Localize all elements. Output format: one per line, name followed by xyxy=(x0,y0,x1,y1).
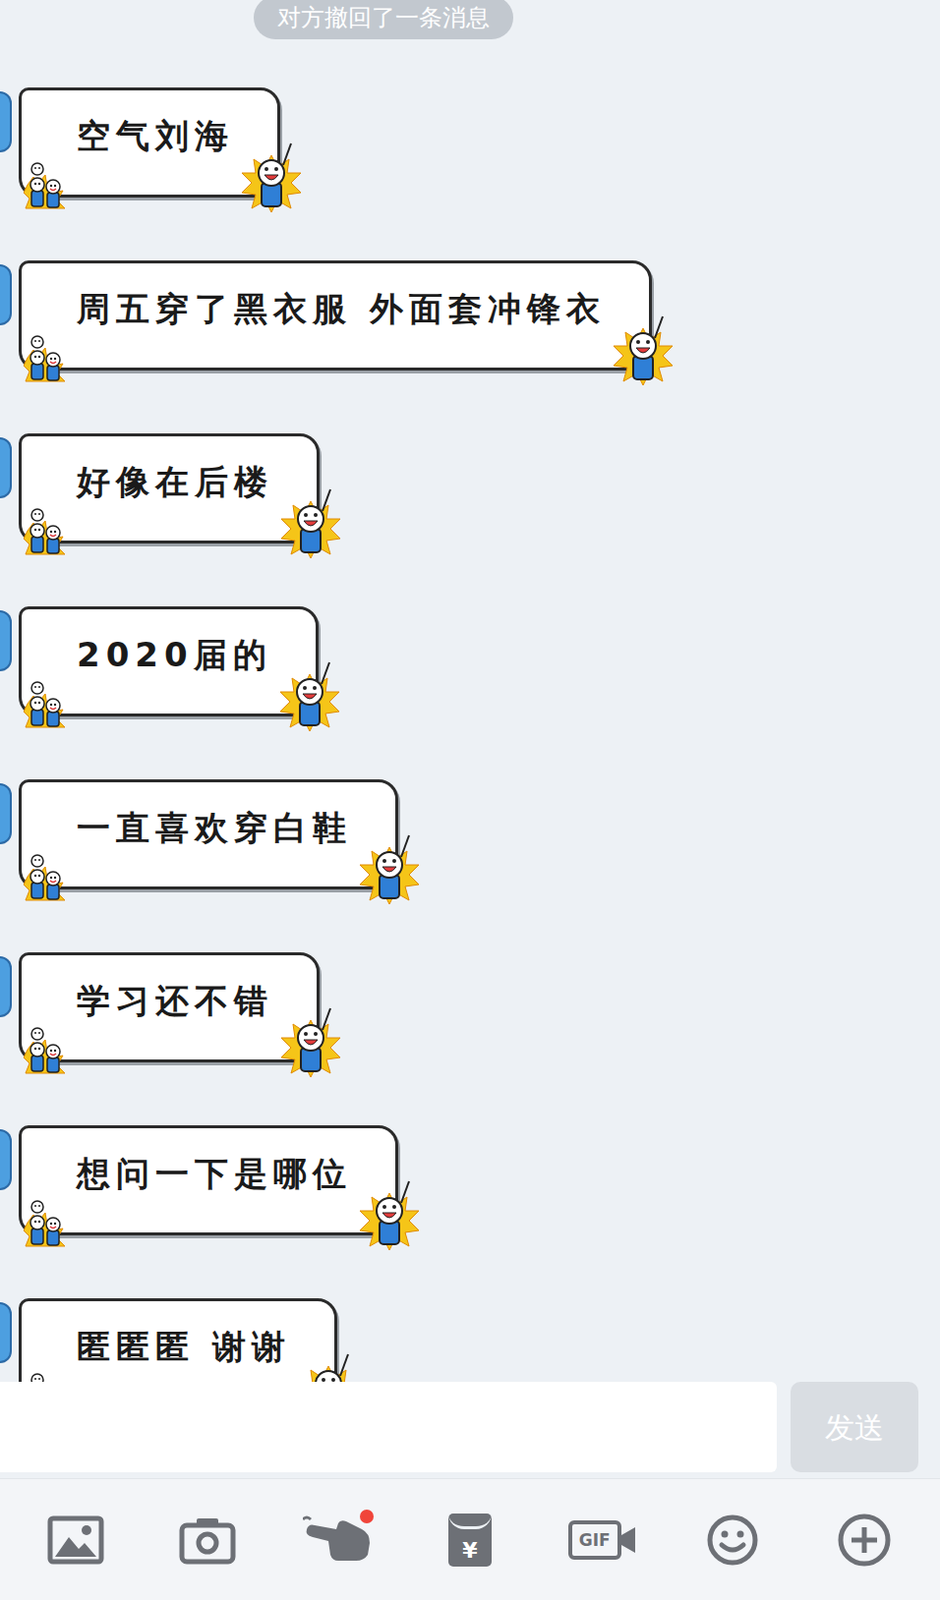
message-bubble[interactable]: 一直喜欢穿白鞋 xyxy=(18,779,399,890)
smiley-icon xyxy=(705,1514,760,1568)
message-row: 2020届的 xyxy=(0,606,940,717)
red-envelope-icon: ¥ xyxy=(448,1514,492,1568)
toolbar: ¥ GIF xyxy=(0,1478,940,1600)
avatar[interactable] xyxy=(0,264,12,326)
message-row: 空气刘海 xyxy=(0,87,940,198)
cartoon-figure-icon xyxy=(357,833,421,905)
toolbar-button[interactable]: GIF xyxy=(535,1521,668,1561)
toolbar-button[interactable] xyxy=(667,1514,800,1568)
message-row: 一直喜欢穿白鞋 xyxy=(0,779,940,890)
chat-area: 对方撤回了一条消息空气刘海周五穿了黑衣服 外面套冲锋衣好像在后楼 2020届的一直… xyxy=(0,0,940,1383)
toolbar-button[interactable] xyxy=(9,1516,142,1566)
gif-video-icon: GIF xyxy=(568,1521,636,1561)
message-input[interactable] xyxy=(0,1382,777,1473)
message-row: 学习还不错 xyxy=(0,952,940,1063)
message-row: 想问一下是哪位 xyxy=(0,1125,940,1236)
cartoon-figures-icon xyxy=(23,155,77,211)
message-row: 周五穿了黑衣服 外面套冲锋衣 xyxy=(0,260,940,371)
message-bubble[interactable]: 好像在后楼 xyxy=(18,433,320,544)
avatar[interactable] xyxy=(0,610,12,672)
cartoon-figures-icon xyxy=(23,674,77,730)
cartoon-figures-icon xyxy=(23,1193,77,1249)
avatar[interactable] xyxy=(0,1302,12,1364)
avatar[interactable] xyxy=(0,783,12,845)
avatar[interactable] xyxy=(0,91,12,153)
camera-icon xyxy=(178,1516,236,1566)
message-bubble[interactable]: 周五穿了黑衣服 外面套冲锋衣 xyxy=(18,260,652,371)
cartoon-figure-icon xyxy=(278,660,342,732)
cartoon-figure-icon xyxy=(279,487,343,559)
avatar[interactable] xyxy=(0,1129,12,1191)
message-row: 匿匿匿 谢谢 xyxy=(0,1298,940,1383)
message-bubble[interactable]: 匿匿匿 谢谢 xyxy=(18,1298,338,1383)
message-bubble[interactable]: 2020届的 xyxy=(18,606,319,717)
plus-icon xyxy=(836,1513,892,1569)
cartoon-figures-icon xyxy=(23,1366,77,1383)
cartoon-figure-icon xyxy=(296,1352,360,1383)
cartoon-figure-icon xyxy=(279,1006,343,1078)
input-bar: 发送 xyxy=(0,1382,940,1473)
toolbar-button[interactable] xyxy=(141,1516,274,1566)
recall-notice: 对方撤回了一条消息 xyxy=(253,0,514,40)
cartoon-figures-icon xyxy=(23,501,77,557)
message-bubble[interactable]: 想问一下是哪位 xyxy=(18,1125,399,1236)
cartoon-figures-icon xyxy=(23,328,77,384)
message-row: 好像在后楼 xyxy=(0,433,940,544)
toolbar-button[interactable] xyxy=(272,1516,405,1566)
avatar[interactable] xyxy=(0,956,12,1018)
cartoon-figure-icon xyxy=(239,141,303,213)
toolbar-button[interactable] xyxy=(798,1513,931,1569)
cartoon-figure-icon xyxy=(611,314,675,386)
message-bubble[interactable]: 空气刘海 xyxy=(18,87,281,198)
avatar[interactable] xyxy=(0,437,12,499)
toolbar-button[interactable]: ¥ xyxy=(404,1514,536,1568)
send-button[interactable]: 发送 xyxy=(790,1382,919,1473)
cartoon-figure-icon xyxy=(357,1179,421,1251)
image-icon xyxy=(47,1516,105,1566)
message-list: 空气刘海周五穿了黑衣服 外面套冲锋衣好像在后楼 2020届的一直喜欢穿白鞋学习还不… xyxy=(0,39,940,1383)
cartoon-figures-icon xyxy=(23,847,77,903)
cartoon-figures-icon xyxy=(23,1020,77,1076)
unread-dot xyxy=(359,1510,374,1525)
message-bubble[interactable]: 学习还不错 xyxy=(18,952,320,1063)
